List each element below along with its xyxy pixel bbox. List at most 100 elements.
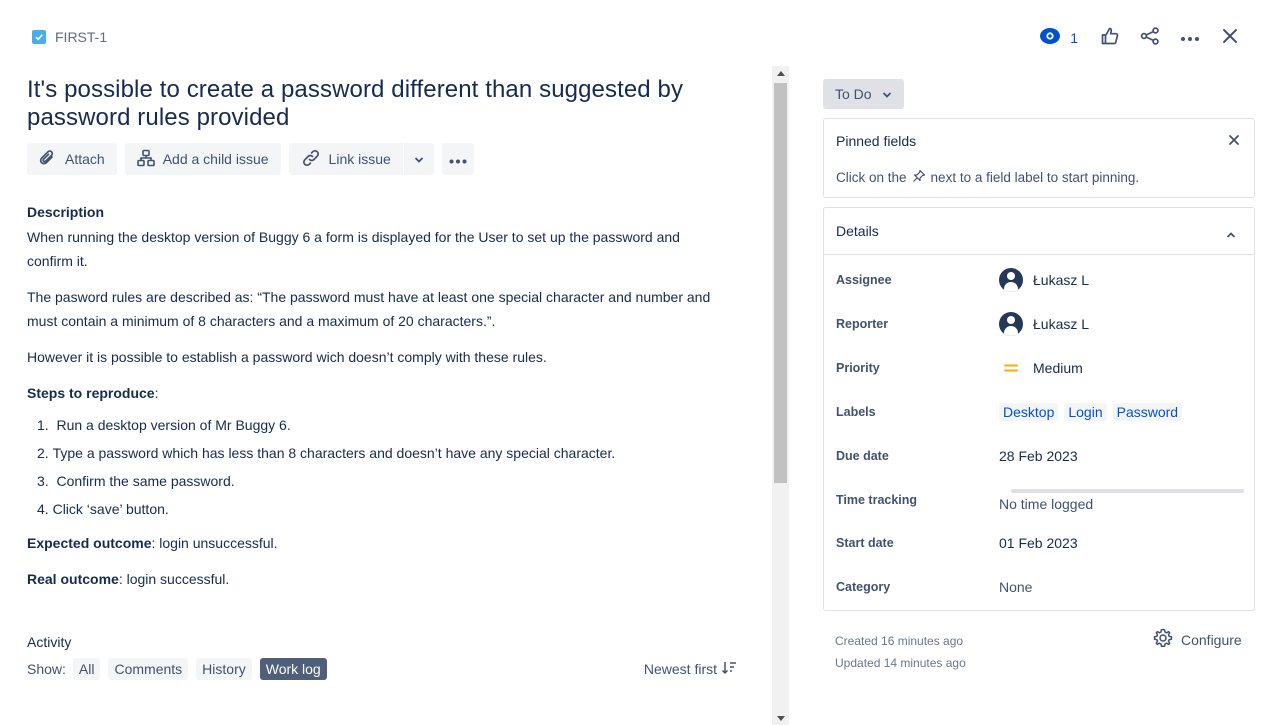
label-chip[interactable]: Login bbox=[1064, 403, 1107, 421]
assignee-value[interactable]: Łukasz L bbox=[999, 268, 1089, 292]
details-title: Details bbox=[836, 223, 879, 239]
expected-label: Expected outcome bbox=[27, 535, 152, 551]
issue-key-breadcrumb[interactable]: FIRST-1 bbox=[32, 29, 107, 45]
activity-filter-bar: Show: All Comments History Work log Newe… bbox=[27, 658, 737, 680]
issue-title[interactable]: It's possible to create a password diffe… bbox=[27, 76, 727, 132]
attach-button[interactable]: Attach bbox=[27, 143, 117, 175]
configure-button[interactable]: Configure bbox=[1153, 628, 1242, 651]
step-text: Confirm the same password. bbox=[56, 473, 235, 489]
time-tracking-value[interactable]: No time logged bbox=[999, 496, 1093, 512]
add-child-label: Add a child issue bbox=[162, 151, 269, 167]
close-button[interactable] bbox=[1210, 24, 1250, 52]
step-number: 4. bbox=[37, 501, 49, 517]
reporter-value[interactable]: Łukasz L bbox=[999, 312, 1089, 336]
priority-value[interactable]: Medium bbox=[999, 360, 1083, 376]
gear-icon bbox=[1153, 628, 1173, 651]
expected-text: : login unsuccessful. bbox=[151, 535, 278, 551]
description-paragraph-1: When running the desktop version of Bugg… bbox=[27, 229, 680, 269]
real-label: Real outcome bbox=[27, 571, 119, 587]
category-value[interactable]: None bbox=[999, 579, 1032, 595]
scroll-thumb[interactable] bbox=[774, 83, 787, 483]
link-issue-label: Link issue bbox=[328, 151, 391, 167]
more-horizontal-icon bbox=[1180, 29, 1200, 47]
time-tracking-label: Time tracking bbox=[836, 493, 918, 507]
attach-label: Attach bbox=[65, 151, 105, 167]
reporter-label: Reporter bbox=[836, 317, 889, 331]
sort-label: Newest first bbox=[643, 661, 717, 677]
watch-button[interactable]: 1 bbox=[1030, 24, 1088, 52]
avatar bbox=[999, 312, 1023, 336]
due-date-value[interactable]: 28 Feb 2023 bbox=[999, 448, 1078, 464]
story-type-icon bbox=[32, 30, 46, 44]
step-text: Type a password which has less than 8 ch… bbox=[52, 445, 616, 461]
real-text: : login successful. bbox=[118, 571, 230, 587]
assignee-label: Assignee bbox=[836, 273, 892, 287]
more-toolbar-button[interactable] bbox=[441, 143, 474, 175]
details-panel: Details Assignee Łukasz L Reporter Łukas… bbox=[823, 207, 1255, 611]
expected-outcome: Expected outcome: login unsuccessful. bbox=[27, 531, 727, 555]
pinned-close-button[interactable] bbox=[1228, 133, 1240, 151]
scroll-up-icon[interactable] bbox=[777, 71, 785, 76]
sort-order-button[interactable]: Newest first bbox=[644, 661, 737, 678]
sort-icon bbox=[721, 661, 737, 678]
list-item: 1. Run a desktop version of Mr Buggy 6. bbox=[27, 415, 767, 435]
updated-timestamp: Updated 14 minutes ago bbox=[835, 656, 966, 670]
description-heading: Description bbox=[27, 204, 105, 220]
details-header[interactable]: Details bbox=[824, 208, 1254, 255]
step-number: 2. bbox=[37, 445, 49, 461]
step-number: 1. bbox=[37, 417, 49, 433]
filter-history[interactable]: History bbox=[196, 658, 252, 680]
assignee-name: Łukasz L bbox=[1033, 272, 1090, 288]
more-horizontal-icon bbox=[449, 151, 467, 167]
field-time-tracking: Time tracking No time logged bbox=[836, 485, 1246, 515]
start-date-value[interactable]: 01 Feb 2023 bbox=[999, 535, 1078, 551]
add-child-issue-button[interactable]: Add a child issue bbox=[124, 143, 281, 175]
thumbs-up-icon bbox=[1101, 27, 1119, 50]
real-outcome: Real outcome: login successful. bbox=[27, 567, 727, 591]
pinned-hint-before: Click on the bbox=[836, 170, 907, 185]
created-timestamp: Created 16 minutes ago bbox=[835, 634, 964, 648]
labels-label: Labels bbox=[836, 405, 876, 419]
share-button[interactable] bbox=[1130, 24, 1170, 52]
filter-all[interactable]: All bbox=[72, 658, 101, 680]
list-item: 4. Click ‘save’ button. bbox=[27, 499, 767, 519]
chevron-down-icon bbox=[414, 151, 424, 167]
description-paragraph-3: However it is possible to establish a pa… bbox=[27, 349, 547, 365]
pinned-fields-panel: Pinned fields Click on the next to a fie… bbox=[823, 118, 1255, 198]
issue-key[interactable]: FIRST-1 bbox=[55, 29, 107, 45]
scroll-down-icon[interactable] bbox=[777, 716, 785, 721]
steps-label: Steps to reproduce bbox=[27, 385, 155, 401]
link-issue-group: Link issue bbox=[288, 143, 434, 175]
paperclip-icon bbox=[39, 149, 57, 170]
step-number: 3. bbox=[37, 473, 49, 489]
filter-work-log[interactable]: Work log bbox=[259, 658, 327, 680]
status-dropdown[interactable]: To Do bbox=[823, 79, 904, 109]
status-label: To Do bbox=[835, 86, 872, 102]
field-category: Category None bbox=[836, 572, 1246, 602]
field-labels: Labels Desktop Login Password bbox=[836, 397, 1246, 427]
label-chip[interactable]: Desktop bbox=[999, 403, 1059, 421]
share-icon bbox=[1140, 26, 1160, 50]
watch-count: 1 bbox=[1070, 30, 1078, 46]
reporter-name: Łukasz L bbox=[1033, 316, 1090, 332]
pin-icon bbox=[912, 169, 926, 186]
chevron-up-icon[interactable] bbox=[1226, 226, 1236, 244]
main-scrollbar[interactable] bbox=[772, 66, 789, 725]
filter-comments[interactable]: Comments bbox=[108, 658, 189, 680]
link-icon bbox=[301, 149, 321, 170]
field-assignee: Assignee Łukasz L bbox=[836, 265, 1246, 295]
activity-heading: Activity bbox=[27, 634, 72, 650]
pinned-fields-title: Pinned fields bbox=[836, 133, 917, 149]
close-icon bbox=[1228, 133, 1240, 150]
configure-label: Configure bbox=[1181, 631, 1242, 648]
field-reporter: Reporter Łukasz L bbox=[836, 309, 1246, 339]
link-issue-button[interactable]: Link issue bbox=[288, 143, 403, 175]
more-actions-button[interactable] bbox=[1170, 24, 1210, 52]
time-tracking-bar bbox=[1011, 489, 1244, 493]
label-chip[interactable]: Password bbox=[1112, 403, 1183, 421]
link-issue-dropdown[interactable] bbox=[403, 143, 434, 175]
steps-heading: Steps to reproduce: bbox=[27, 385, 159, 401]
show-label: Show: bbox=[27, 661, 66, 677]
like-button[interactable] bbox=[1090, 24, 1130, 52]
category-label: Category bbox=[836, 580, 891, 594]
